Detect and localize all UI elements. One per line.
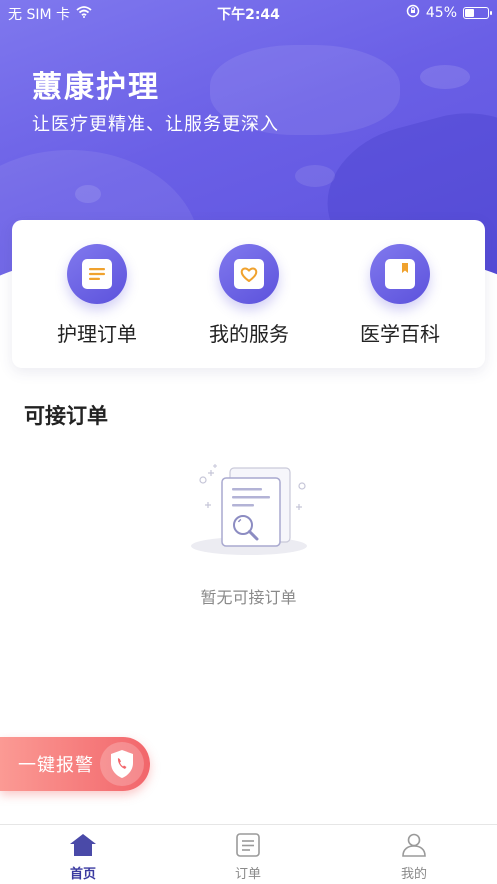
- shield-phone-icon: [100, 742, 144, 786]
- home-icon: [43, 833, 123, 861]
- tab-label: 订单: [234, 867, 261, 882]
- tab-label: 首页: [69, 867, 96, 882]
- quick-action-label: 护理订单: [57, 322, 137, 346]
- empty-state-text: 暂无可接订单: [200, 588, 297, 607]
- orientation-lock-icon: [406, 4, 420, 22]
- battery-percent: 45%: [425, 5, 457, 21]
- medical-encyclopedia-button[interactable]: 医学百科: [325, 244, 475, 347]
- my-services-button[interactable]: 我的服务: [174, 244, 324, 347]
- app-title: 蕙康护理: [32, 70, 160, 105]
- quick-action-label: 我的服务: [209, 322, 289, 346]
- bookmark-book-icon: [370, 244, 430, 304]
- decor-blob: [75, 185, 101, 203]
- tab-bar: 首页 订单 我的: [0, 824, 497, 884]
- emergency-alarm-button[interactable]: 一键报警: [0, 737, 150, 791]
- section-title: 可接订单: [24, 404, 108, 428]
- decor-blob: [295, 165, 335, 187]
- tab-orders[interactable]: 订单: [208, 833, 288, 882]
- tab-home[interactable]: 首页: [43, 833, 123, 882]
- alarm-label: 一键报警: [18, 755, 94, 776]
- order-list-icon: [208, 833, 288, 861]
- document-list-icon: [67, 244, 127, 304]
- battery-fill: [465, 9, 474, 17]
- nursing-orders-button[interactable]: 护理订单: [22, 244, 172, 347]
- heart-card-icon: [219, 244, 279, 304]
- tab-profile[interactable]: 我的: [374, 833, 454, 882]
- user-icon: [374, 833, 454, 861]
- tab-label: 我的: [400, 867, 427, 882]
- decor-blob: [420, 65, 470, 89]
- quick-actions-card: 护理订单 我的服务 医学百科: [12, 220, 485, 368]
- quick-action-label: 医学百科: [360, 322, 440, 346]
- empty-state-illustration: [186, 458, 312, 558]
- status-bar: 无 SIM 卡 下午2:44 45%: [0, 0, 497, 26]
- app-subtitle: 让医疗更精准、让服务更深入: [32, 114, 279, 135]
- battery-icon: [463, 7, 492, 19]
